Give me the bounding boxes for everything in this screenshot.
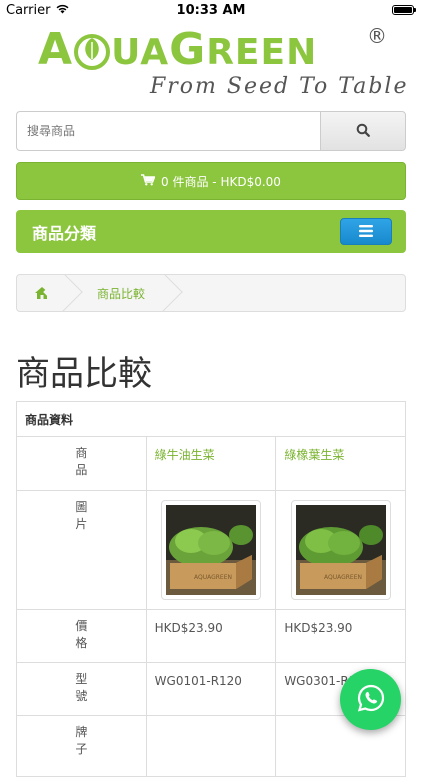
search-bar — [16, 111, 406, 151]
lettuce-crate-image: AQUAGREEN — [295, 505, 386, 595]
category-menu-bar[interactable]: 商品分類 — [16, 210, 406, 253]
product-brand — [145, 715, 277, 777]
breadcrumb: 商品比較 — [16, 274, 406, 312]
status-time: 10:33 AM — [176, 3, 246, 18]
status-bar: Carrier 10:33 AM — [0, 0, 422, 22]
search-button[interactable] — [320, 111, 406, 151]
product-price: HKD$23.90 — [275, 609, 406, 663]
search-icon — [356, 122, 370, 141]
whatsapp-chat-button[interactable] — [340, 669, 401, 730]
row-label-model: 型號 — [16, 662, 147, 716]
product-image[interactable]: AQUAGREEN — [290, 500, 391, 600]
cart-summary: 0 件商品 - HKD$0.00 — [161, 174, 281, 189]
whatsapp-icon — [356, 683, 386, 717]
table-row: 圖片 AQUAGREEN AQUAGREEN — [16, 490, 406, 610]
hamburger-menu-icon — [359, 222, 373, 241]
row-label-product: 商品 — [16, 436, 147, 491]
lettuce-crate-image: AQUAGREEN — [165, 505, 256, 595]
svg-text:AQUAGREEN: AQUAGREEN — [324, 574, 362, 581]
product-price: HKD$23.90 — [145, 609, 277, 663]
product-name-link[interactable]: 綠牛油生菜 — [155, 448, 215, 462]
table-row: 商品 綠牛油生菜 綠橡葉生菜 — [16, 436, 406, 491]
page-title: 商品比較 — [16, 354, 152, 394]
registered-mark: ® — [367, 24, 387, 48]
shopping-cart-icon — [141, 173, 156, 189]
svg-text:AQUAGREEN: AQUAGREEN — [194, 574, 232, 581]
row-label-brand: 牌子 — [16, 715, 147, 777]
category-menu-title: 商品分類 — [32, 223, 97, 243]
brand-logo[interactable]: A UAGREEN ® From Seed To Table — [0, 22, 422, 102]
battery-icon — [392, 5, 416, 15]
product-name-link[interactable]: 綠橡葉生菜 — [284, 448, 344, 462]
row-label-price: 價格 — [16, 609, 147, 663]
compare-section-header: 商品資料 — [16, 401, 406, 437]
table-row: 價格 HKD$23.90 HKD$23.90 — [16, 609, 406, 663]
cart-button[interactable]: 0 件商品 - HKD$0.00 — [16, 162, 406, 200]
breadcrumb-home[interactable] — [17, 275, 83, 311]
row-label-image: 圖片 — [16, 490, 147, 610]
brand-wordmark: A UAGREEN — [38, 26, 317, 80]
product-image[interactable]: AQUAGREEN — [160, 500, 261, 600]
brand-tagline: From Seed To Table — [150, 74, 409, 99]
product-model: WG0101-R120 — [145, 662, 277, 716]
leaf-drop-icon — [74, 30, 111, 80]
breadcrumb-current[interactable]: 商品比較 — [67, 275, 183, 311]
category-menu-toggle[interactable] — [340, 218, 392, 245]
search-input[interactable] — [16, 111, 320, 151]
table-row: 牌子 — [16, 715, 406, 777]
